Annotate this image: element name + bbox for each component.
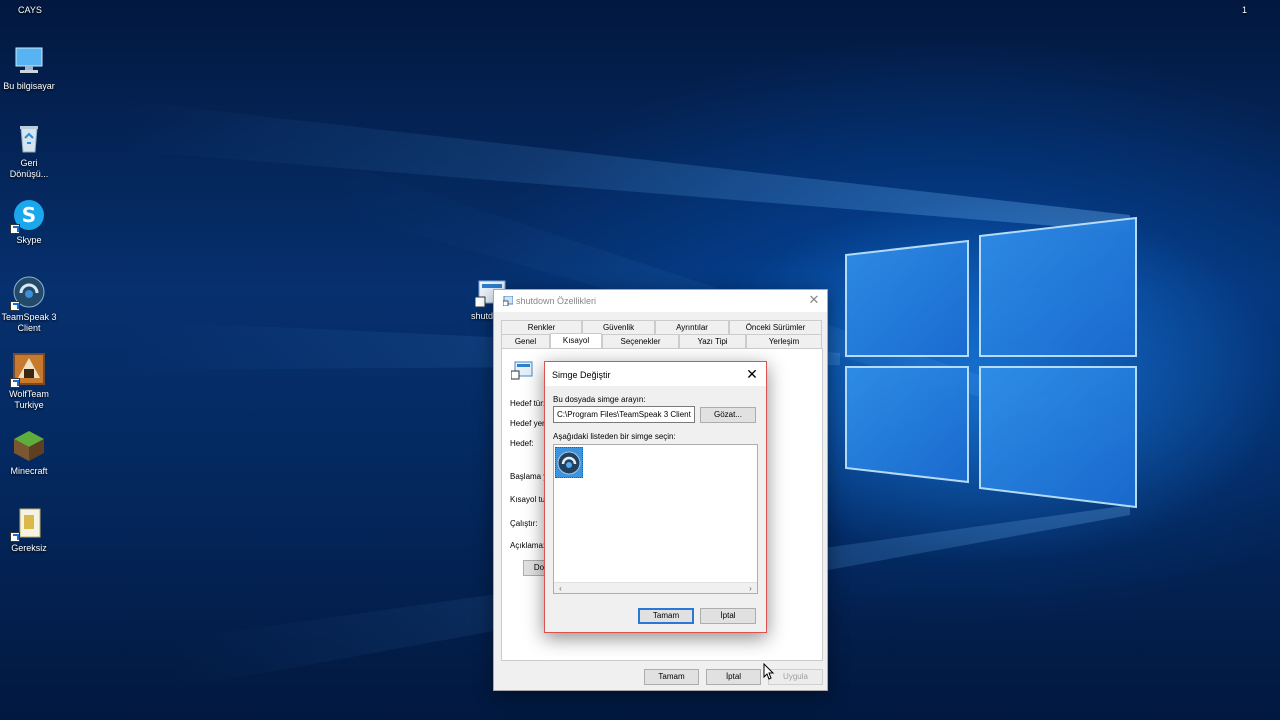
teamspeak-icon <box>557 451 581 475</box>
desktop-icon-label: WolfTeam Turkiye <box>9 389 49 410</box>
desktop-icon-label: Geri Dönüşü... <box>9 158 49 179</box>
ok-button[interactable]: Tamam <box>644 669 699 685</box>
wolfteam-icon <box>10 352 46 388</box>
ok-button[interactable]: Tamam <box>638 608 694 624</box>
desktop-icon-label: Gereksiz <box>11 543 47 553</box>
close-button[interactable]: ✕ <box>744 366 760 382</box>
desktop-label-top-left: CAYS <box>18 5 42 15</box>
desktop-icon-this-pc[interactable]: Bu bilgisayar <box>0 44 58 92</box>
tab-secenekler[interactable]: Seçenekler <box>602 334 679 348</box>
teamspeak-icon <box>10 275 46 311</box>
dialog-titlebar[interactable]: Simge Değiştir ✕ <box>545 362 766 386</box>
desktop-icon-recycle-bin[interactable]: Geri Dönüşü... <box>0 121 58 180</box>
tab-genel[interactable]: Genel <box>501 334 550 348</box>
tab-yerlesim[interactable]: Yerleşim <box>746 334 822 348</box>
tab-kisayol[interactable]: Kısayol <box>550 333 602 349</box>
scroll-left-icon[interactable]: ‹ <box>555 583 566 594</box>
desktop-icon-wolfteam[interactable]: WolfTeam Turkiye <box>0 352 58 411</box>
svg-text:S: S <box>22 203 36 227</box>
field-label-target-location: Hedef yer: <box>510 419 547 428</box>
icon-list-item[interactable] <box>555 447 583 478</box>
desktop-icon-label: Skype <box>16 235 42 245</box>
computer-icon <box>12 44 46 78</box>
minecraft-icon <box>12 429 46 463</box>
tab-renkler[interactable]: Renkler <box>501 320 582 334</box>
shortcut-arrow-icon <box>10 301 20 311</box>
icon-list-label: Aşağıdaki listeden bir simge seçin: <box>553 432 676 441</box>
shortcut-file-icon <box>10 506 46 542</box>
field-label-start-in: Başlama y <box>510 472 548 481</box>
field-label-target: Hedef: <box>510 439 534 448</box>
apply-button[interactable]: Uygula <box>768 669 823 685</box>
change-icon-dialog[interactable]: Simge Değiştir ✕ Bu dosyada simge arayın… <box>544 361 767 633</box>
field-label-target-type: Hedef tür: <box>510 399 546 408</box>
tab-guvenlik[interactable]: Güvenlik <box>582 320 655 334</box>
scroll-right-icon[interactable]: › <box>745 583 756 594</box>
skype-icon: S <box>10 198 46 234</box>
desktop-icon-label: Bu bilgisayar <box>3 81 55 91</box>
desktop-icon-label: TeamSpeak 3 Client <box>1 312 57 333</box>
field-label-shortcut-key: Kısayol tu <box>510 495 546 504</box>
horizontal-scrollbar[interactable]: ‹ › <box>554 582 757 593</box>
tab-row-top: Renkler Güvenlik Ayrıntılar Önceki Sürüm… <box>501 320 822 334</box>
desktop-icon-teamspeak[interactable]: TeamSpeak 3 Client <box>0 275 58 334</box>
desktop-icon-gereksiz[interactable]: Gereksiz <box>0 506 58 554</box>
cancel-button[interactable]: İptal <box>700 608 756 624</box>
shortcut-arrow-icon <box>10 532 20 542</box>
tab-ayrintilar[interactable]: Ayrıntılar <box>655 320 729 334</box>
tab-row-bottom: Genel Kısayol Seçenekler Yazı Tipi Yerle… <box>501 333 822 349</box>
shortcut-icon <box>510 361 533 383</box>
desktop-icon-label: Minecraft <box>10 466 48 476</box>
field-label-run: Çalıştır: <box>510 519 538 528</box>
tab-onceki-surumler[interactable]: Önceki Sürümler <box>729 320 822 334</box>
field-label-comment: Açıklama: <box>510 541 546 550</box>
desktop-icon-skype[interactable]: S Skype <box>0 198 58 246</box>
recycle-bin-icon <box>12 121 46 155</box>
dialog-title: Simge Değiştir <box>552 370 611 380</box>
shortcut-arrow-icon <box>10 378 20 388</box>
mouse-cursor-icon <box>763 663 775 680</box>
cancel-button[interactable]: İptal <box>706 669 761 685</box>
close-button[interactable]: ✕ <box>807 293 821 307</box>
window-titlebar[interactable]: shutdown Özellikleri ✕ <box>494 290 827 312</box>
icon-file-path-input[interactable]: C:\Program Files\TeamSpeak 3 Client <box>553 406 695 423</box>
tab-yazi-tipi[interactable]: Yazı Tipi <box>679 334 746 348</box>
desktop-label-top-right: 1 <box>1242 5 1248 15</box>
search-file-label: Bu dosyada simge arayın: <box>553 395 646 404</box>
shortcut-arrow-icon <box>10 224 20 234</box>
shortcut-icon <box>502 295 514 307</box>
desktop-icon-minecraft[interactable]: Minecraft <box>0 429 58 477</box>
browse-button[interactable]: Gözat... <box>700 407 756 423</box>
window-title: shutdown Özellikleri <box>516 296 597 306</box>
icon-list[interactable]: ‹ › <box>553 444 758 594</box>
